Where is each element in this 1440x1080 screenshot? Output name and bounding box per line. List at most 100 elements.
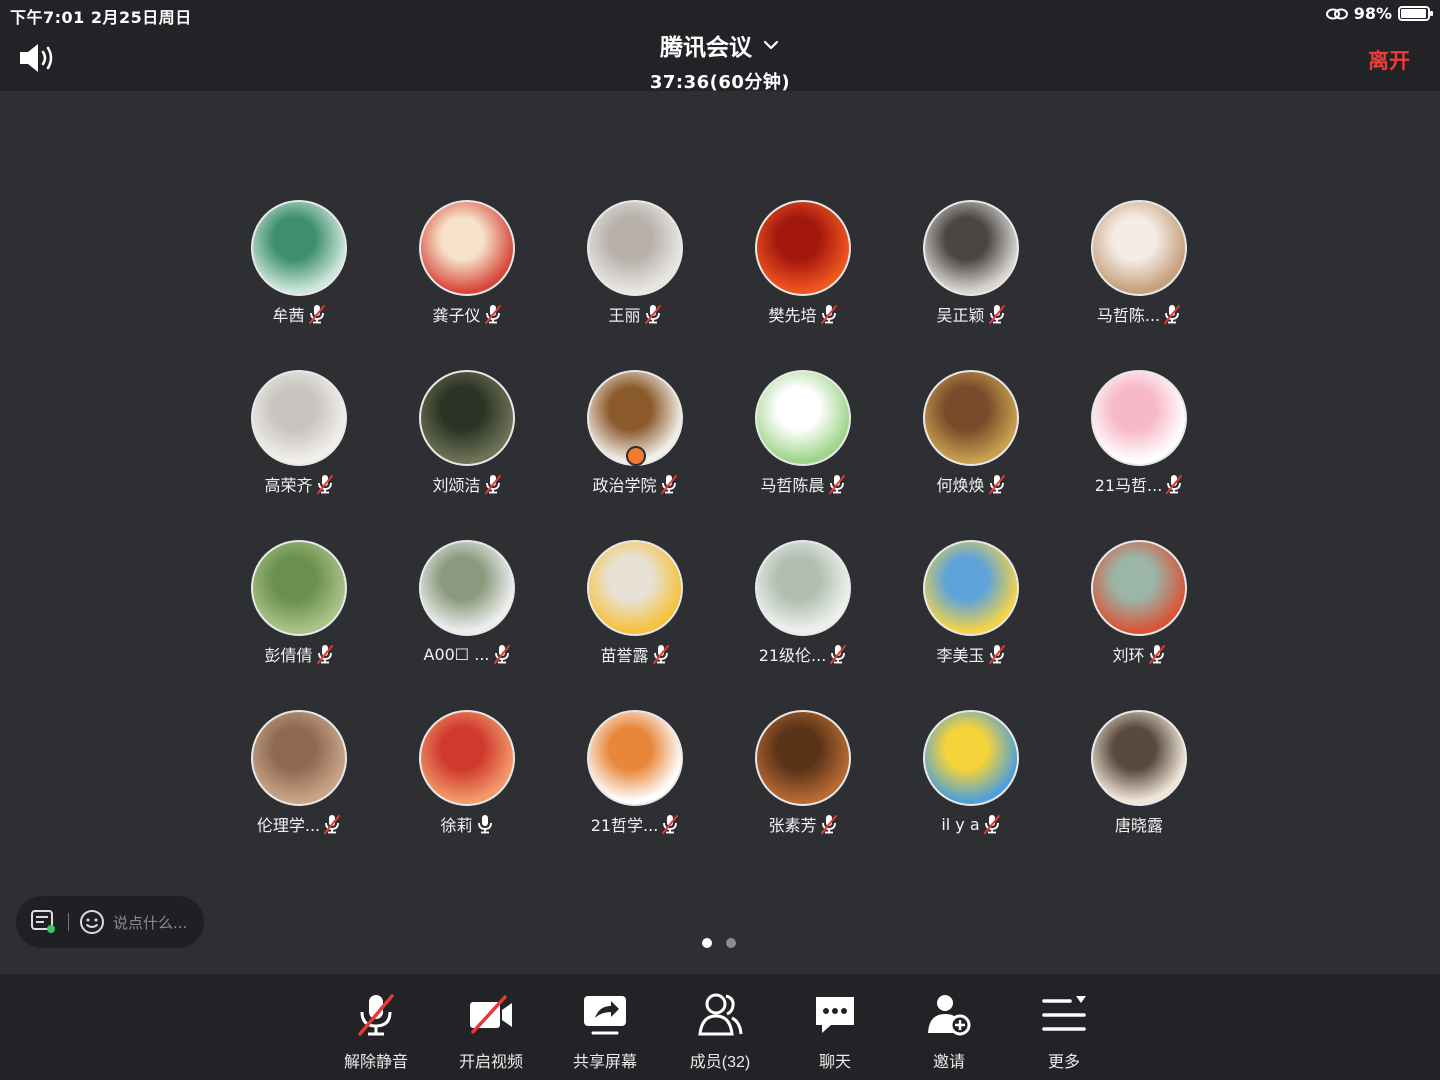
- chat-placeholder[interactable]: 说点什么...: [113, 912, 187, 933]
- participant-tile[interactable]: 伦理学...: [215, 710, 383, 880]
- participant-name: 刘环: [1112, 646, 1145, 665]
- participant-tile[interactable]: 徐莉: [383, 710, 551, 880]
- mic-muted-icon: [493, 645, 510, 664]
- avatar[interactable]: [587, 540, 683, 636]
- participant-tile[interactable]: 马哲陈晨: [719, 370, 887, 540]
- participant-name-row: 苗誉露: [600, 644, 669, 665]
- avatar[interactable]: [923, 710, 1019, 806]
- chevron-down-icon: [763, 40, 779, 50]
- avatar[interactable]: [1091, 710, 1187, 806]
- avatar[interactable]: [419, 370, 515, 466]
- participant-name: 21级伦...: [758, 646, 827, 665]
- participant-name-row: 牟茜: [272, 304, 325, 325]
- participant-tile[interactable]: 21马哲...: [1055, 370, 1223, 540]
- participant-name: 21哲学...: [590, 816, 659, 835]
- avatar[interactable]: [251, 370, 347, 466]
- leave-button[interactable]: 离开: [1368, 45, 1410, 75]
- avatar[interactable]: [923, 370, 1019, 466]
- more-label: 更多: [1047, 1054, 1080, 1071]
- participant-tile[interactable]: 何焕焕: [887, 370, 1055, 540]
- chat-button[interactable]: 聊天: [780, 992, 890, 1072]
- mic-muted-icon: [484, 475, 501, 494]
- participant-tile[interactable]: A00☐ ...: [383, 540, 551, 710]
- avatar[interactable]: [923, 200, 1019, 296]
- participant-tile[interactable]: il y a: [887, 710, 1055, 880]
- chat-input-pill[interactable]: 说点什么...: [16, 896, 204, 948]
- avatar[interactable]: [419, 710, 515, 806]
- chat-list-icon[interactable]: [30, 909, 58, 935]
- mic-muted-icon: [1164, 305, 1181, 324]
- participant-tile[interactable]: 彭倩倩: [215, 540, 383, 710]
- avatar[interactable]: [251, 710, 347, 806]
- avatar[interactable]: [1091, 370, 1187, 466]
- add-user-icon: [928, 995, 971, 1036]
- participant-name-row: 伦理学...: [257, 814, 341, 835]
- avatar[interactable]: [755, 370, 851, 466]
- avatar[interactable]: [755, 710, 851, 806]
- participant-name: 张素芳: [768, 816, 817, 835]
- unmute-label: 解除静音: [343, 1054, 408, 1071]
- participant-tile[interactable]: 政治学院: [551, 370, 719, 540]
- participant-tile[interactable]: 21级伦...: [719, 540, 887, 710]
- participant-name: 高荣齐: [264, 476, 313, 495]
- avatar[interactable]: [251, 200, 347, 296]
- participant-tile[interactable]: 刘颂洁: [383, 370, 551, 540]
- page-dot-1[interactable]: [702, 938, 712, 948]
- members-button[interactable]: 成员(32): [665, 992, 775, 1072]
- start-video-label: 开启视频: [458, 1054, 523, 1071]
- avatar[interactable]: [587, 370, 683, 466]
- avatar[interactable]: [1091, 540, 1187, 636]
- mic-muted-icon: [828, 475, 845, 494]
- invite-button[interactable]: 邀请: [894, 992, 1004, 1072]
- start-video-button[interactable]: 开启视频: [436, 992, 546, 1072]
- participant-tile[interactable]: 牟茜: [215, 200, 383, 370]
- link-icon: [1325, 8, 1348, 19]
- avatar[interactable]: [587, 200, 683, 296]
- status-time: 下午7:01 2月25日周日: [10, 8, 192, 27]
- avatar[interactable]: [419, 200, 515, 296]
- avatar[interactable]: [419, 540, 515, 636]
- participant-tile[interactable]: 张素芳: [719, 710, 887, 880]
- chat-bubble-icon: [816, 997, 854, 1033]
- participant-name-row: A00☐ ...: [424, 644, 511, 664]
- avatar[interactable]: [755, 540, 851, 636]
- participant-name-row: 21哲学...: [590, 814, 680, 835]
- participant-grid: 牟茜 龚子仪 王丽 樊先培 吴正颖 马哲陈... 高荣齐 刘颂洁 政治学院 马哲陈晨 何焕焕 21马哲…: [215, 200, 1225, 880]
- mic-muted-icon: [662, 815, 679, 834]
- avatar[interactable]: [587, 710, 683, 806]
- participant-tile[interactable]: 21哲学...: [551, 710, 719, 880]
- participant-tile[interactable]: 马哲陈...: [1055, 200, 1223, 370]
- participant-tile[interactable]: 唐晓露: [1055, 710, 1223, 880]
- meeting-title-button[interactable]: 腾讯会议: [660, 28, 780, 62]
- avatar[interactable]: [923, 540, 1019, 636]
- page-indicator: [702, 938, 736, 948]
- participant-tile[interactable]: 李美玉: [887, 540, 1055, 710]
- participant-name-row: 何焕焕: [936, 474, 1005, 495]
- participant-name-row: 彭倩倩: [264, 644, 333, 665]
- participant-tile[interactable]: 樊先培: [719, 200, 887, 370]
- emoji-icon[interactable]: [79, 909, 105, 935]
- mic-muted-icon: [324, 815, 341, 834]
- unmute-button[interactable]: 解除静音: [321, 992, 431, 1072]
- participant-tile[interactable]: 高荣齐: [215, 370, 383, 540]
- participant-name-row: 政治学院: [592, 474, 677, 495]
- more-button[interactable]: 更多: [1009, 992, 1119, 1072]
- participant-tile[interactable]: 龚子仪: [383, 200, 551, 370]
- avatar[interactable]: [251, 540, 347, 636]
- share-screen-button[interactable]: 共享屏幕: [550, 992, 660, 1072]
- participant-name: A00☐ ...: [423, 644, 490, 664]
- members-label: 成员(32): [689, 1054, 751, 1071]
- avatar[interactable]: [755, 200, 851, 296]
- participant-name-row: 徐莉: [440, 814, 493, 835]
- mic-muted-icon: [988, 645, 1005, 664]
- mic-muted-icon: [316, 645, 333, 664]
- mic-muted-icon: [820, 305, 837, 324]
- chat-separator: [68, 913, 69, 931]
- page-dot-2[interactable]: [726, 938, 736, 948]
- avatar[interactable]: [1091, 200, 1187, 296]
- participant-name: 马哲陈...: [1096, 306, 1161, 325]
- participant-tile[interactable]: 王丽: [551, 200, 719, 370]
- participant-tile[interactable]: 吴正颖: [887, 200, 1055, 370]
- participant-tile[interactable]: 刘环: [1055, 540, 1223, 710]
- participant-tile[interactable]: 苗誉露: [551, 540, 719, 710]
